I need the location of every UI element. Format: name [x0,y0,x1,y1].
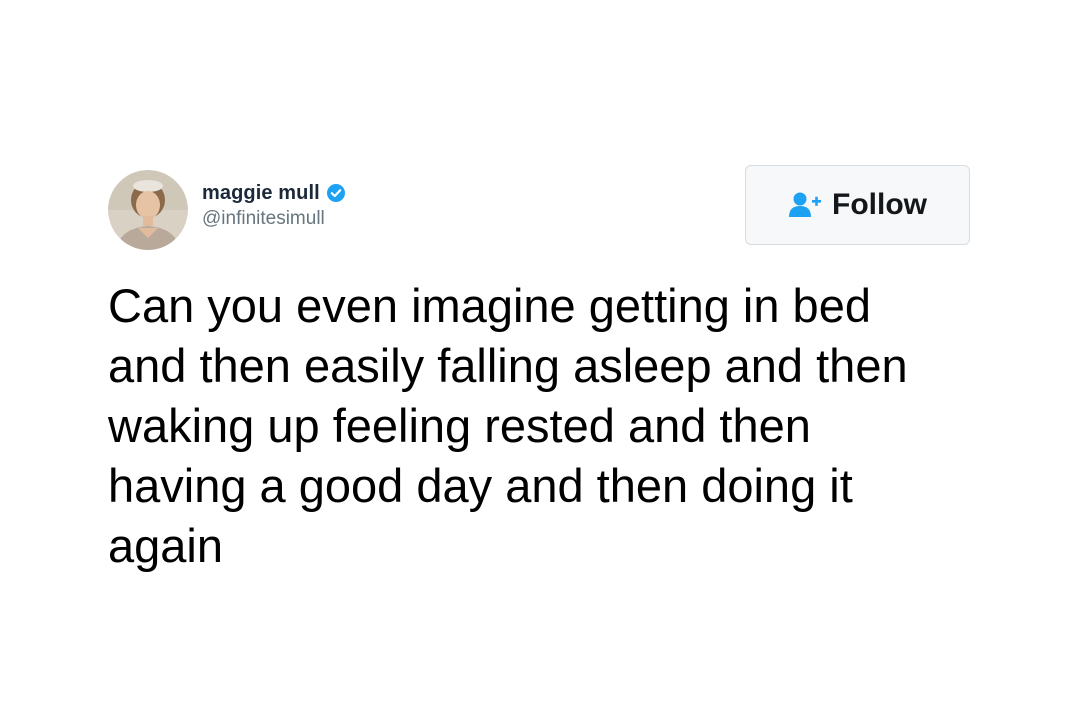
verified-badge-icon [326,183,346,203]
follow-label: Follow [832,188,927,221]
avatar-photo-icon [108,170,188,250]
add-user-icon [788,191,822,219]
user-handle[interactable]: @infinitesimull [202,208,346,230]
avatar[interactable] [108,170,188,250]
name-row: maggie mull [202,180,346,206]
display-name[interactable]: maggie mull [202,182,320,205]
tweet-card: maggie mull @infinitesimull Follow Can y… [0,0,1080,720]
user-info: maggie mull @infinitesimull [202,180,346,230]
tweet-text: Can you even imagine getting in bed and … [108,279,908,572]
follow-button[interactable]: Follow [745,165,970,245]
